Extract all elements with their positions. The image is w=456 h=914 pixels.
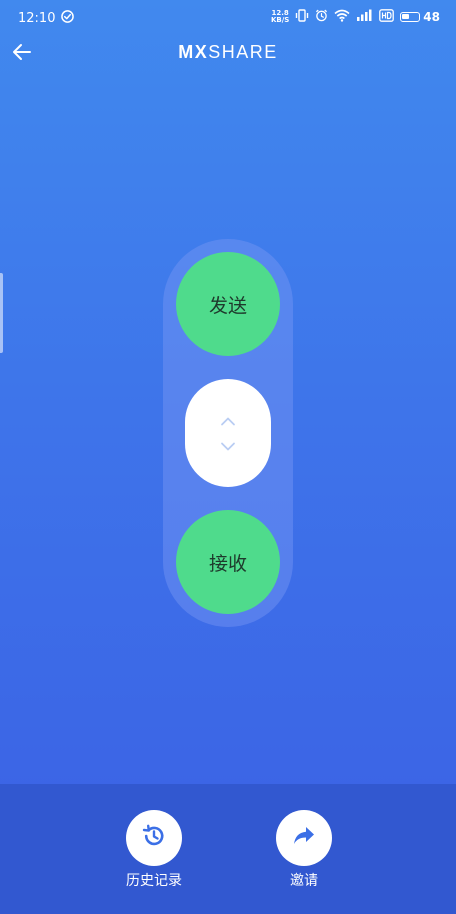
wifi-icon (334, 9, 350, 25)
check-circle-icon (61, 10, 75, 27)
cell-signal-icon (356, 9, 373, 25)
app-bar: MXSHARE (0, 36, 456, 74)
battery: 48 (400, 10, 440, 24)
app-logo-bold: MX (178, 42, 209, 62)
status-left: 12:10 (18, 10, 75, 27)
hd-signal-icon (379, 9, 395, 25)
send-button-label: 发送 (208, 294, 247, 317)
history-label: 历史记录 (126, 873, 182, 889)
chevron-down-icon (220, 436, 236, 455)
share-icon (292, 825, 316, 851)
app-logo-rest: SHARE (208, 42, 278, 62)
history-icon (141, 823, 167, 853)
receive-button-label: 接收 (208, 552, 247, 575)
bottom-nav: 历史记录 邀请 (0, 784, 456, 914)
status-bar: 12:10 12.8 KB/S 48 (0, 0, 456, 36)
battery-icon (400, 12, 421, 22)
vibrate-icon (295, 9, 309, 25)
net-speed-unit: KB/S (270, 16, 290, 24)
battery-fill (402, 14, 410, 19)
send-button[interactable]: 发送 (176, 252, 280, 356)
status-right: 12.8 KB/S 48 (271, 9, 440, 25)
edge-handle[interactable] (0, 273, 3, 353)
invite-label: 邀请 (290, 873, 318, 889)
invite-button-circle (276, 810, 332, 866)
app-logo: MXSHARE (0, 42, 456, 63)
screen: 12:10 12.8 KB/S 48 MXSHARE 发送 接收 历史记录 邀请 (0, 0, 456, 914)
history-button[interactable]: 历史记录 (94, 810, 214, 890)
alarm-icon (315, 9, 328, 25)
net-speed: 12.8 KB/S (271, 10, 289, 24)
battery-level: 48 (423, 10, 440, 24)
history-button-circle (126, 810, 182, 866)
receive-button[interactable]: 接收 (176, 510, 280, 614)
invite-button[interactable]: 邀请 (244, 810, 364, 890)
chevron-up-icon (220, 411, 236, 430)
mode-toggle-knob[interactable] (185, 379, 271, 487)
status-time: 12:10 (18, 11, 56, 26)
